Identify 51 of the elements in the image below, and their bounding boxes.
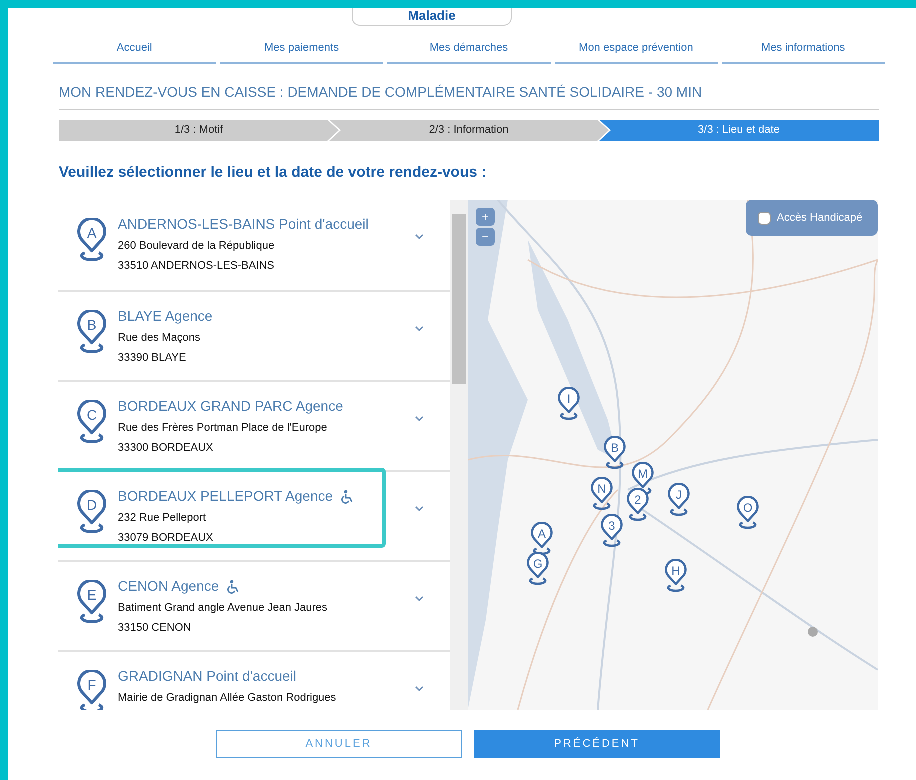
logo: Maladie	[352, 8, 512, 26]
location-name: BORDEAUX PELLEPORT Agence	[118, 487, 334, 506]
address: 260 Boulevard de la République	[118, 239, 276, 254]
postal-city: 33300 BORDEAUX	[118, 440, 214, 456]
location-name: ANDERNOS-LES-BAINS Point d'accueil	[118, 215, 369, 234]
filter-label: Accès Handicapé	[777, 210, 863, 226]
location-name: BLAYE Agence	[118, 307, 213, 326]
location-item[interactable]: E CENON Agence Batiment Grand angle Avenue Jean Jaures 33150 CENON	[58, 560, 450, 650]
location-pin: C	[76, 400, 108, 444]
section-heading: Veuillez sélectionner le lieu et la date de votre rendez-vous :	[59, 162, 488, 182]
location-name: BORDEAUX GRAND PARC Agence	[118, 397, 344, 416]
address: 232 Rue Pelleport	[118, 511, 208, 526]
postal-city: 33390 BLAYE	[118, 350, 188, 366]
location-item[interactable]: A ANDERNOS-LES-BAINS Point d'accueil 260 Boulevard de la République 33510 ANDERNOS-LES-BAINS	[58, 200, 450, 290]
postal-city: 33150 CENON	[118, 620, 192, 636]
chevron-down-icon[interactable]	[415, 506, 424, 512]
cancel-button[interactable]: ANNULER	[216, 730, 462, 758]
checkbox[interactable]	[758, 212, 771, 224]
location-name: GRADIGNAN Point d'accueil	[118, 667, 297, 686]
location-pin: A	[76, 218, 108, 262]
address: Rue des Maçons	[118, 331, 202, 346]
location-pin: D	[76, 490, 108, 534]
location-item[interactable]: D BORDEAUX PELLEPORT Agence 232 Rue Pelleport 33079 BORDEAUX	[58, 470, 450, 560]
step-tab[interactable]: 2/3 : Information	[329, 120, 609, 142]
chevron-down-icon[interactable]	[415, 686, 424, 692]
chevron-down-icon[interactable]	[415, 596, 424, 602]
nav-link[interactable]: Mes démarches	[387, 40, 551, 64]
location-pin: E	[76, 580, 108, 624]
location-name: CENON Agence	[118, 577, 220, 596]
zoom-out-button[interactable]: −	[476, 228, 495, 246]
step-tab[interactable]: 3/3 : Lieu et date	[599, 120, 879, 142]
location-pin: B	[76, 310, 108, 354]
step-tab[interactable]: 1/3 : Motif	[59, 120, 339, 142]
address: Mairie de Gradignan Allée Gaston Rodrigues	[118, 691, 336, 706]
chevron-down-icon[interactable]	[415, 234, 424, 240]
chevron-down-icon[interactable]	[415, 326, 424, 332]
scrollbar[interactable]	[450, 200, 468, 710]
previous-button[interactable]: PRÉCÉDENT	[474, 730, 720, 758]
chevron-down-icon[interactable]	[415, 416, 424, 422]
nav-link[interactable]: Mes paiements	[220, 40, 384, 64]
nav-link[interactable]: Accueil	[53, 40, 216, 64]
nav-link[interactable]: Mon espace prévention	[554, 40, 718, 64]
address: Batiment Grand angle Avenue Jean Jaures	[118, 601, 328, 616]
postal-city: 33079 BORDEAUX	[118, 530, 214, 546]
zoom-in-button[interactable]: +	[476, 208, 495, 226]
page-title: MON RENDEZ-VOUS EN CAISSE : DEMANDE DE COMPLÉMENTAIRE SANTÉ SOLIDAIRE - 30 MIN	[59, 82, 879, 110]
location-pin: F	[76, 670, 108, 710]
map[interactable]: + − Accès Handicapé I B M N 2 3 J O A G H	[468, 200, 878, 710]
postal-city: 33510 ANDERNOS-LES-BAINS	[118, 258, 276, 274]
address: Rue des Frères Portman Place de l'Europe	[118, 421, 328, 436]
nav-link[interactable]: Mes informations	[722, 40, 886, 64]
